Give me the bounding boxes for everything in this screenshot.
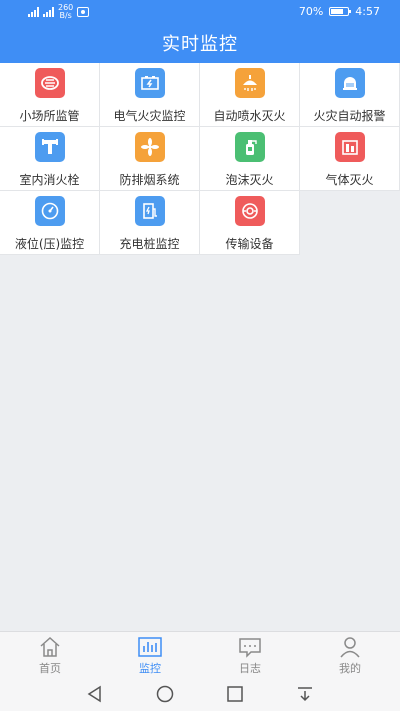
clock: 4:57 <box>355 5 380 18</box>
bar-chart-icon <box>138 637 162 657</box>
grid-item-label: 电气火灾监控 <box>113 109 186 123</box>
bottom-tab-bar: 首页 监控 日志 我的 <box>0 631 400 677</box>
grid-item-small-venue[interactable]: 小场所监管 <box>0 63 100 127</box>
grid-placeholder <box>300 191 400 255</box>
grid-item-label: 防排烟系统 <box>119 173 180 187</box>
home-circle-icon[interactable] <box>155 684 175 704</box>
page-title: 实时监控 <box>162 34 238 55</box>
tab-monitor[interactable]: 监控 <box>100 632 200 677</box>
tab-mine[interactable]: 我的 <box>300 632 400 677</box>
app-header: 260 B/s 70% 4:57 实时监控 <box>0 0 400 63</box>
monitor-grid: 小场所监管 电气火灾监控 自动喷水灭火 火灾自动报警 室内消火栓 防排烟系统 泡… <box>0 63 400 255</box>
pressure-gauge-icon <box>35 196 65 226</box>
grid-item-label: 室内消火栓 <box>19 173 80 187</box>
grid-item-label: 小场所监管 <box>19 109 80 123</box>
smoke-detector-icon <box>35 68 65 98</box>
user-icon <box>340 637 360 658</box>
hydrant-icon <box>35 132 65 162</box>
charging-pile-icon <box>135 196 165 226</box>
signal-icon <box>28 7 39 17</box>
grid-item-foam[interactable]: 泡沫灭火 <box>200 127 300 191</box>
grid-item-label: 自动喷水灭火 <box>213 109 286 123</box>
network-speed: 260 B/s <box>58 3 74 20</box>
grid-item-charging-pile[interactable]: 充电桩监控 <box>100 191 200 255</box>
grid-item-label: 充电桩监控 <box>119 237 180 251</box>
tab-home-label: 首页 <box>39 662 61 675</box>
grid-item-label: 传输设备 <box>225 237 274 251</box>
grid-item-liquid-level[interactable]: 液位(压)监控 <box>0 191 100 255</box>
battery-bolt-icon <box>135 68 165 98</box>
tab-log[interactable]: 日志 <box>200 632 300 677</box>
gas-extinguisher-icon <box>335 132 365 162</box>
fan-icon <box>135 132 165 162</box>
grid-item-smoke-exhaust[interactable]: 防排烟系统 <box>100 127 200 191</box>
battery-icon <box>329 7 352 16</box>
battery-percent: 70% <box>298 5 324 18</box>
tab-mine-label: 我的 <box>339 662 361 675</box>
grid-item-fire-alarm[interactable]: 火灾自动报警 <box>300 63 400 127</box>
home-icon <box>40 636 60 657</box>
grid-item-electrical-fire[interactable]: 电气火灾监控 <box>100 63 200 127</box>
eye-comfort-icon <box>77 7 90 17</box>
grid-item-label: 气体灭火 <box>325 173 374 187</box>
tab-monitor-label: 监控 <box>139 662 161 675</box>
foam-extinguisher-icon <box>235 132 265 162</box>
transmission-device-icon <box>235 196 265 226</box>
system-navigation-bar <box>0 677 400 711</box>
chat-bubble-icon <box>239 638 261 658</box>
signal-icon-2 <box>43 7 54 17</box>
grid-item-indoor-hydrant[interactable]: 室内消火栓 <box>0 127 100 191</box>
grid-item-label: 泡沫灭火 <box>225 173 274 187</box>
tab-log-label: 日志 <box>239 662 261 675</box>
grid-item-gas[interactable]: 气体灭火 <box>300 127 400 191</box>
back-icon[interactable] <box>85 684 105 704</box>
grid-item-sprinkler[interactable]: 自动喷水灭火 <box>200 63 300 127</box>
tab-home[interactable]: 首页 <box>0 632 100 677</box>
alarm-bell-icon <box>335 68 365 98</box>
status-bar: 260 B/s 70% 4:57 <box>0 0 400 23</box>
grid-item-label: 火灾自动报警 <box>313 109 386 123</box>
grid-item-label: 液位(压)监控 <box>14 237 85 251</box>
sprinkler-icon <box>235 68 265 98</box>
notification-pull-icon[interactable] <box>295 684 315 704</box>
grid-item-transmission[interactable]: 传输设备 <box>200 191 300 255</box>
recents-icon[interactable] <box>225 684 245 704</box>
